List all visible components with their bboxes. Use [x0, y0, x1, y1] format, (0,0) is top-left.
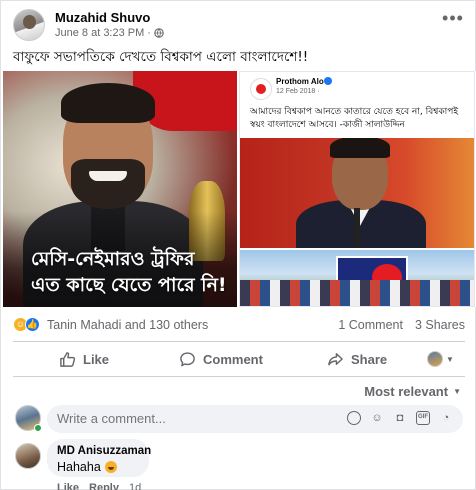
post-media[interactable]: মেসি-নেইমারও ট্রফির এত কাছে যেতে পারে নি… [1, 71, 476, 307]
speaker-photo [240, 138, 474, 248]
laughing-emoji-icon [104, 461, 117, 473]
like-icon: 👍 [25, 317, 40, 332]
comment-label: Comment [203, 351, 263, 367]
post-meta: June 8 at 3:23 PM · [55, 27, 164, 39]
reactors-text[interactable]: Tanin Mahadi and 130 others [47, 318, 208, 332]
caret-down-icon: ▼ [446, 354, 454, 364]
post-timestamp[interactable]: June 8 at 3:23 PM [55, 27, 144, 39]
author-avatar[interactable] [13, 9, 45, 41]
thumbs-up-icon [60, 351, 76, 367]
share-button[interactable]: Share [327, 344, 387, 374]
comment-reply-button[interactable]: Reply [89, 482, 119, 490]
comment-composer: ☺ ◘ GIF ◔ [15, 405, 463, 433]
media-photo-left[interactable]: মেসি-নেইমারও ট্রফির এত কাছে যেতে পারে নি… [3, 71, 237, 307]
comment-input-box[interactable]: ☺ ◘ GIF ◔ [47, 405, 463, 433]
facebook-post: Muzahid Shuvo June 8 at 3:23 PM · ••• বা… [0, 0, 476, 490]
shared-page-name: Prothom Alo [276, 77, 324, 86]
comment-actions: Like Reply 1d [57, 482, 141, 490]
share-count[interactable]: 3 Shares [415, 318, 465, 332]
share-label: Share [351, 351, 388, 367]
engagement-counts: 1 Comment 3 Shares [338, 318, 465, 332]
group-photo [240, 250, 474, 306]
current-user-avatar [427, 351, 443, 367]
globe-icon[interactable] [154, 28, 164, 38]
comment-tools: ☺ ◘ GIF ◔ [347, 411, 453, 425]
camera-icon[interactable]: ◘ [393, 411, 407, 425]
prothom-alo-logo [250, 78, 272, 100]
divider [13, 376, 465, 377]
online-status-icon [34, 424, 42, 432]
share-arrow-icon [328, 352, 343, 365]
verified-badge-icon [324, 77, 332, 85]
microphone [354, 208, 360, 248]
commenter-name[interactable]: MD Anisuzzaman [57, 445, 151, 457]
post-caption: বাফুফে সভাপতিকে দেখতে বিশ্বকাপ এলো বাংলা… [13, 49, 309, 65]
comment-count[interactable]: 1 Comment [338, 318, 403, 332]
sort-label: Most relevant [364, 384, 449, 399]
react-as-selector[interactable]: ▼ [427, 344, 454, 374]
media-photo-right[interactable]: Prothom Alo 12 Feb 2018 · আমাদের বিশ্বকা… [239, 71, 475, 307]
comment-like-button[interactable]: Like [57, 482, 79, 490]
avatar-sticker-icon[interactable] [347, 411, 361, 425]
reaction-icons[interactable]: ☺ 👍 [13, 317, 43, 333]
like-button[interactable]: Like [59, 344, 109, 374]
comment-text: Hahaha [57, 460, 101, 474]
crowd [240, 280, 474, 306]
caret-down-icon: ▼ [453, 387, 461, 396]
emoji-icon[interactable]: ☺ [370, 411, 384, 425]
like-label: Like [83, 351, 110, 367]
more-options-icon[interactable]: ••• [441, 9, 465, 31]
commenter-avatar[interactable] [15, 443, 41, 469]
person-hair [61, 83, 155, 123]
comment-text-row: Hahaha [57, 460, 117, 474]
meta-separator: · [147, 27, 151, 39]
post-header: Muzahid Shuvo June 8 at 3:23 PM · ••• [13, 9, 465, 41]
speech-bubble-icon [180, 351, 195, 366]
author-name[interactable]: Muzahid Shuvo [55, 10, 150, 25]
overlay-text-line2: এত কাছে যেতে পারে নি! [31, 274, 227, 296]
comment-item: MD Anisuzzaman Hahaha Like Reply 1d [15, 439, 463, 490]
person-beard [71, 159, 145, 209]
comment-sort-dropdown[interactable]: Most relevant ▼ [364, 384, 461, 399]
comment-input[interactable] [57, 411, 307, 426]
comment-bubble: MD Anisuzzaman Hahaha [47, 439, 151, 477]
shared-post-date: 12 Feb 2018 · [276, 88, 320, 95]
divider [13, 341, 465, 342]
comment-button[interactable]: Comment [179, 344, 263, 374]
speaker-hair [330, 138, 390, 158]
person-smile [89, 171, 127, 181]
shared-post-text: আমাদের বিশ্বকাপ আনতে কাতারে যেতে হবে না,… [250, 107, 459, 130]
sticker-icon[interactable]: ◔ [439, 411, 453, 425]
comment-age[interactable]: 1d [129, 482, 141, 490]
gif-icon[interactable]: GIF [416, 411, 430, 425]
reactions-summary: ☺ 👍 Tanin Mahadi and 130 others 1 Commen… [13, 317, 465, 335]
post-actions: Like Comment Share ▼ [13, 344, 465, 374]
